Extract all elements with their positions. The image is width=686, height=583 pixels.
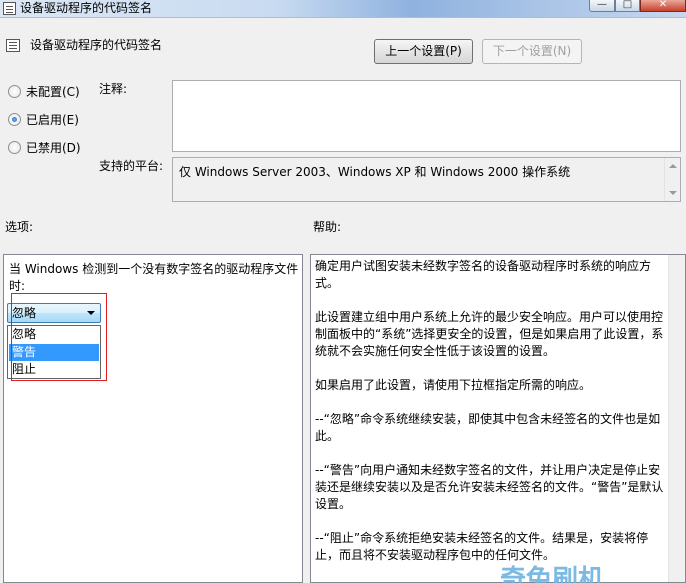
help-paragraph: --“阻止”命令系统拒绝安装未经签名的文件。结果是，安装将停止，而且将不安装驱动… — [315, 531, 649, 562]
options-description: 当 Windows 检测到一个没有数字签名的驱动程序文件时: — [9, 262, 299, 293]
radio-button-icon[interactable] — [8, 84, 21, 98]
comment-label: 注释: — [99, 82, 128, 96]
radio-label: 已禁用(D) — [26, 140, 81, 155]
help-paragraph: --“忽略”命令系统继续安装，即使其中包含未经签名的文件也是如此。 — [315, 412, 661, 443]
options-label: 选项: — [5, 220, 34, 234]
help-paragraph: 如果启用了此设置，请使用下拉框指定所需的响应。 — [315, 378, 592, 392]
help-paragraph: 确定用户试图安装未经数字签名的设备驱动程序时系统的响应方式。 — [315, 259, 652, 290]
minimize-button[interactable]: — — [589, 0, 615, 12]
platform-scrollbar[interactable] — [664, 158, 680, 201]
window-title: 设备驱动程序的代码签名 — [20, 1, 153, 15]
help-paragraph: 此设置建立组中用户系统上允许的最少安全响应。用户可以使用控制面板中的“系统”选择… — [315, 310, 664, 358]
close-button[interactable]: ✕ — [640, 0, 686, 12]
help-scrollbar[interactable] — [668, 255, 685, 582]
radio-label: 未配置(C) — [26, 84, 80, 99]
watermark-logo: 奇兔刷机 — [500, 565, 605, 583]
radio-button-icon[interactable] — [8, 140, 21, 154]
next-setting-button[interactable]: 下一个设置(N) — [482, 39, 582, 64]
policy-icon — [6, 39, 20, 52]
previous-setting-button[interactable]: 上一个设置(P) — [374, 39, 473, 64]
platform-label: 支持的平台: — [99, 159, 164, 173]
platform-field: 仅 Windows Server 2003、Windows XP 和 Windo… — [172, 157, 681, 202]
radio-enabled[interactable]: 已启用(E) — [8, 111, 79, 127]
highlight-annotation-box — [11, 293, 107, 381]
radio-not-configured[interactable]: 未配置(C) — [8, 83, 80, 99]
radio-button-checked-icon[interactable] — [8, 112, 21, 126]
help-label: 帮助: — [313, 220, 342, 234]
window-icon — [3, 2, 16, 15]
help-paragraph: --“警告”向用户通知未经数字签名的文件，并让用户决定是停止安装还是继续安装以及… — [315, 463, 664, 511]
policy-title: 设备驱动程序的代码签名 — [30, 38, 163, 52]
platform-value: 仅 Windows Server 2003、Windows XP 和 Windo… — [179, 165, 571, 179]
comment-textarea[interactable] — [172, 80, 681, 152]
radio-label: 已启用(E) — [26, 112, 79, 127]
help-text: 确定用户试图安装未经数字签名的设备驱动程序时系统的响应方式。 此设置建立组中用户… — [315, 258, 667, 581]
help-pane: 确定用户试图安装未经数字签名的设备驱动程序时系统的响应方式。 此设置建立组中用户… — [310, 254, 686, 583]
radio-disabled[interactable]: 已禁用(D) — [8, 139, 81, 155]
maximize-button[interactable]: □ — [615, 0, 640, 12]
